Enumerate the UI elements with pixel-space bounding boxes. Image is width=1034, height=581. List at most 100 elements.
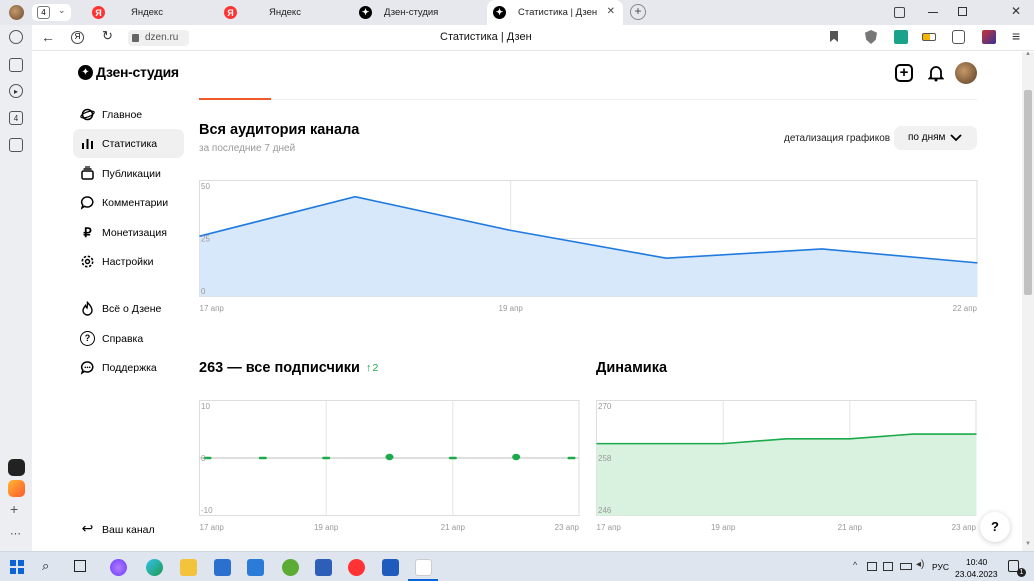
- y-tick-label: 246: [598, 506, 612, 515]
- create-button[interactable]: +: [895, 64, 913, 82]
- protect-shield-icon[interactable]: [865, 30, 877, 44]
- scrollbar-thumb[interactable]: [1024, 90, 1032, 295]
- close-tab-icon[interactable]: ✕: [607, 6, 615, 17]
- detail-select[interactable]: по дням: [894, 126, 977, 150]
- word-icon[interactable]: [382, 559, 399, 576]
- help-glyph: ?: [991, 519, 999, 534]
- add-panel-icon[interactable]: +: [10, 501, 18, 517]
- data-point[interactable]: [258, 456, 267, 460]
- browser-tab-bar: 4 ⌄ Я Яндекс Я Яндекс ✦ Дзен-студия ✦ Ст…: [0, 0, 1034, 25]
- collections-icon[interactable]: [9, 58, 23, 72]
- url-field[interactable]: dzen.ru: [128, 30, 189, 46]
- extension-icon-2[interactable]: [952, 30, 965, 44]
- scroll-up-icon[interactable]: ▲: [1025, 51, 1031, 57]
- file-explorer-icon[interactable]: [180, 559, 197, 576]
- network-app-icon[interactable]: [315, 559, 332, 576]
- profile-avatar[interactable]: [9, 5, 24, 20]
- alice-taskbar-icon[interactable]: [110, 559, 127, 576]
- start-icon[interactable]: [10, 560, 24, 574]
- nav-help[interactable]: ? Справка: [73, 324, 184, 353]
- tab-yandex-1[interactable]: Я Яндекс: [84, 0, 217, 25]
- subscribers-delta: 2: [372, 362, 379, 374]
- yandex-icon: Я: [92, 6, 105, 19]
- minimize-icon[interactable]: [928, 12, 938, 14]
- user-avatar[interactable]: [955, 62, 977, 84]
- panel-menu-icon[interactable]: ⋯: [10, 527, 21, 540]
- bell-icon[interactable]: [927, 64, 945, 82]
- new-tab-button[interactable]: +: [630, 4, 646, 20]
- nav-label: Настройки: [102, 255, 154, 268]
- yandex-app-icon[interactable]: [415, 559, 432, 576]
- scroll-down-icon[interactable]: ▼: [1025, 541, 1031, 547]
- url-text: dzen.ru: [145, 32, 179, 43]
- clock-date[interactable]: 23.04.2023: [955, 569, 998, 579]
- search-icon[interactable]: ⌕: [42, 558, 49, 574]
- video-icon[interactable]: ▸: [9, 84, 23, 98]
- nav-your-channel[interactable]: ↩ Ваш канал: [73, 515, 184, 544]
- subscribers-count-label: 263 — все подписчики: [199, 360, 360, 376]
- help-button[interactable]: ?: [980, 512, 1010, 542]
- nav-comments[interactable]: Комментарии: [73, 188, 184, 217]
- tab-counter-button[interactable]: 4 ⌄: [32, 4, 71, 21]
- back-icon[interactable]: ←: [41, 29, 55, 45]
- data-point[interactable]: [567, 456, 576, 460]
- data-point[interactable]: [512, 453, 521, 461]
- yandex-search-icon[interactable]: Я: [71, 31, 84, 44]
- nav-label: Главное: [102, 108, 143, 121]
- logo-text: Дзен-студия: [96, 64, 179, 80]
- page-title: Статистика | Дзен: [440, 31, 532, 43]
- dzen-studio-logo[interactable]: ✦ Дзен-студия: [78, 64, 179, 80]
- yandex-browser-icon[interactable]: [348, 559, 365, 576]
- reload-icon[interactable]: ↻: [102, 28, 113, 44]
- x-tick-label: 17 апр: [200, 523, 225, 532]
- tray-icon-1[interactable]: [867, 562, 877, 571]
- battery-icon[interactable]: [922, 33, 936, 41]
- restore-icon[interactable]: [958, 7, 967, 16]
- nav-about-dzen[interactable]: Всё о Дзене: [73, 294, 184, 323]
- tray-chevron-icon[interactable]: ^: [853, 560, 857, 570]
- data-point[interactable]: [385, 453, 394, 461]
- utorrent-icon[interactable]: [282, 559, 299, 576]
- tab-counter-icon[interactable]: 4: [9, 111, 23, 125]
- extension-icon-3[interactable]: [982, 30, 996, 44]
- gear-icon: [81, 255, 94, 268]
- zen-logo-icon: ✦: [493, 6, 506, 19]
- nav-main[interactable]: Главное: [73, 100, 184, 129]
- tab-zen-studio[interactable]: ✦ Дзен-студия: [355, 0, 485, 25]
- tabs-list-icon[interactable]: [894, 7, 905, 18]
- arrow-up-icon: ↑: [365, 362, 372, 374]
- bookmark-icon[interactable]: [830, 31, 838, 42]
- tray-icon-2[interactable]: [883, 562, 893, 571]
- data-point[interactable]: [448, 456, 457, 460]
- y-tick-label: 0: [201, 454, 206, 463]
- clock-time[interactable]: 10:40: [966, 557, 987, 567]
- close-window-icon[interactable]: ✕: [1011, 4, 1021, 18]
- y-tick-label: 10: [201, 402, 210, 411]
- keyboard-language[interactable]: РУС: [932, 562, 949, 572]
- nav-support[interactable]: Поддержка: [73, 353, 184, 382]
- history-icon[interactable]: [9, 30, 23, 44]
- lock-icon: [132, 34, 139, 42]
- task-view-icon[interactable]: [74, 560, 86, 572]
- messenger-icon[interactable]: [8, 480, 25, 497]
- store-icon[interactable]: [214, 559, 231, 576]
- comment-icon: [80, 196, 94, 210]
- nav-settings[interactable]: Настройки: [73, 247, 184, 276]
- extension-icon-1[interactable]: [894, 30, 908, 44]
- x-tick-label: 19 апр: [314, 523, 339, 532]
- nav-monetization[interactable]: ₽ Монетизация: [73, 218, 184, 247]
- edge-icon[interactable]: [146, 559, 163, 576]
- nav-statistics[interactable]: Статистика: [73, 129, 184, 158]
- tab-yandex-2[interactable]: Я Яндекс: [220, 0, 353, 25]
- nav-publications[interactable]: Публикации: [73, 159, 184, 188]
- tab-statistics[interactable]: ✦ Статистика | Дзен ✕: [487, 0, 623, 25]
- battery-tray-icon[interactable]: [900, 563, 912, 570]
- menu-icon[interactable]: ≡: [1012, 28, 1020, 44]
- screenshot-icon[interactable]: [9, 138, 23, 152]
- volume-icon[interactable]: ◂): [916, 559, 924, 570]
- nav-label: Ваш канал: [102, 523, 155, 536]
- mail-icon[interactable]: [247, 559, 264, 576]
- alice-icon[interactable]: [8, 459, 25, 476]
- arrow-back-icon: ↩: [81, 520, 94, 536]
- data-point[interactable]: [322, 456, 331, 460]
